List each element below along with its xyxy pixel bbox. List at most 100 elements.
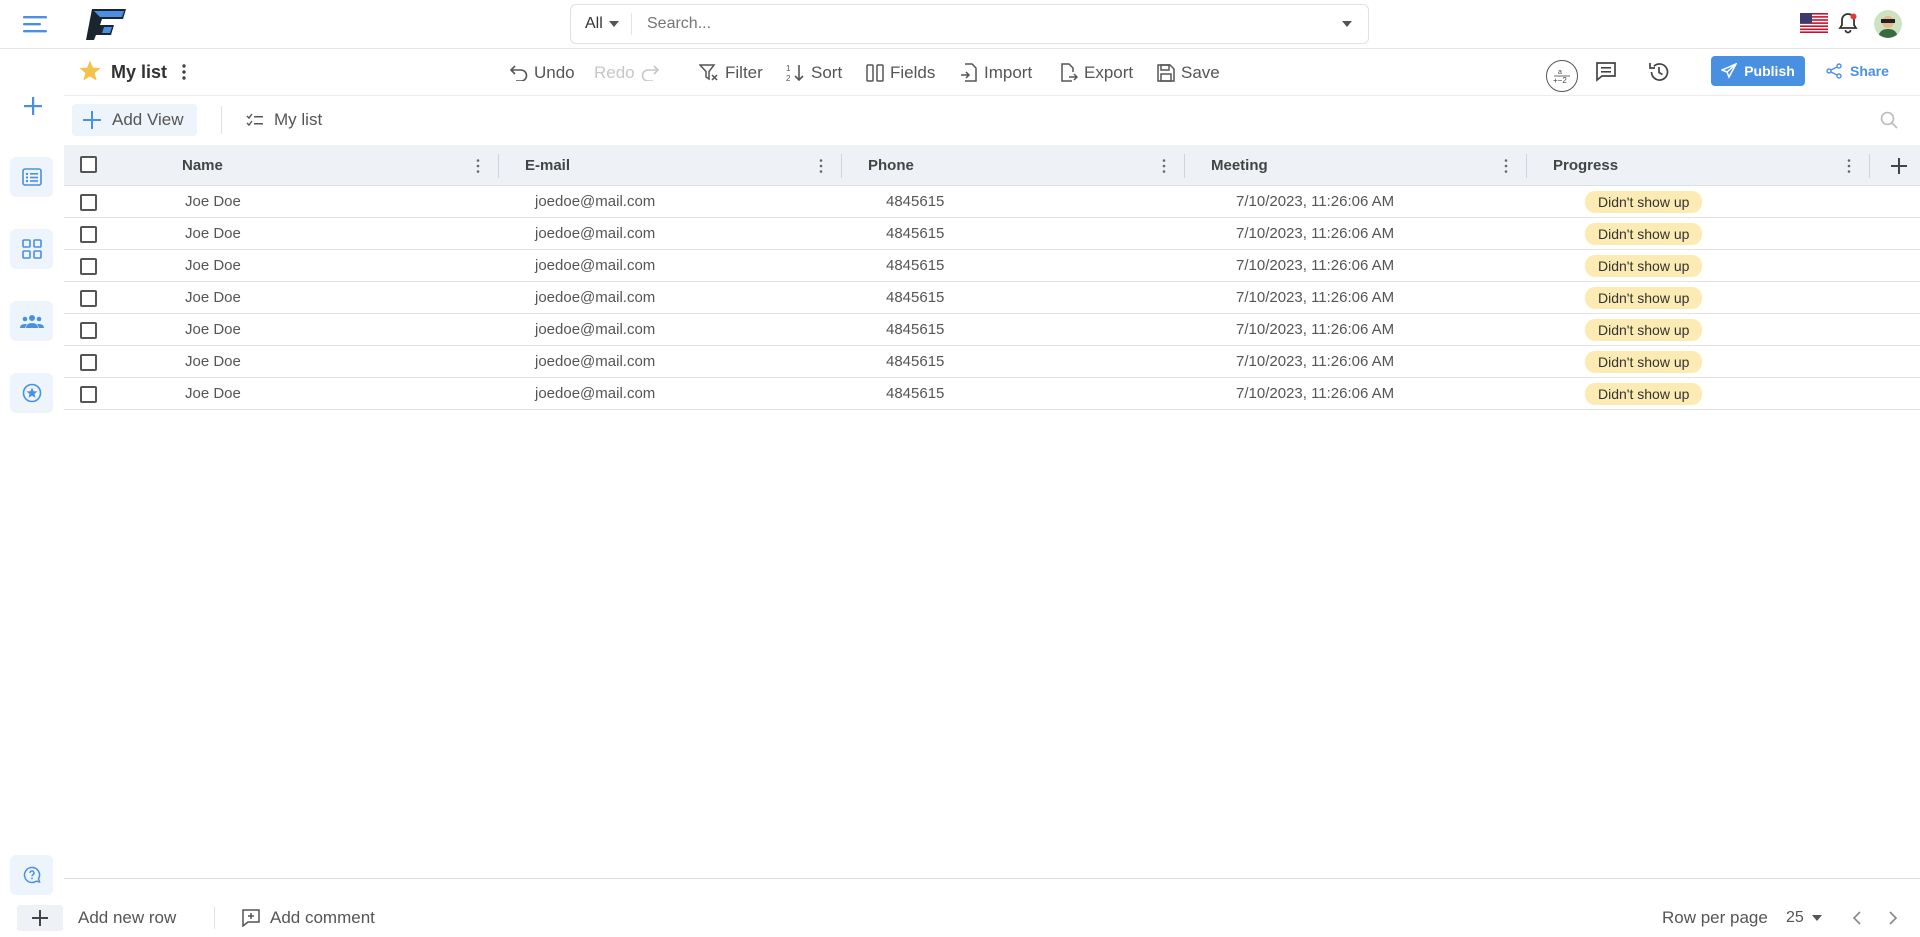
cell-name[interactable]: Joe Doe [185, 282, 241, 313]
column-divider[interactable] [1184, 154, 1185, 178]
bell-icon[interactable] [1838, 12, 1858, 34]
cell-phone[interactable]: 4845615 [886, 186, 944, 217]
cell-progress[interactable]: Didn't show up [1585, 314, 1703, 345]
row-checkbox[interactable] [80, 322, 97, 339]
column-menu-icon[interactable] [1162, 158, 1166, 174]
column-header-email[interactable]: E-mail [525, 145, 570, 186]
save-button[interactable]: Save [1157, 60, 1220, 86]
filter-button[interactable]: Filter [699, 60, 763, 86]
column-divider[interactable] [1869, 154, 1870, 178]
column-divider[interactable] [841, 154, 842, 178]
history-icon[interactable] [1648, 61, 1670, 83]
column-header-meeting[interactable]: Meeting [1211, 145, 1268, 186]
column-menu-icon[interactable] [1504, 158, 1508, 174]
add-view-button[interactable]: Add View [72, 104, 197, 136]
share-button[interactable]: Share [1826, 60, 1889, 82]
sidebar-item-grid[interactable] [10, 229, 53, 269]
cell-name[interactable]: Joe Doe [185, 186, 241, 217]
column-header-name[interactable]: Name [182, 145, 223, 186]
table-row[interactable]: Joe Doe joedoe@mail.com 4845615 7/10/202… [64, 378, 1920, 410]
search-scope-select[interactable]: All [571, 5, 631, 43]
more-vertical-icon[interactable] [182, 64, 186, 80]
column-menu-icon[interactable] [476, 158, 480, 174]
menu-icon[interactable] [22, 13, 48, 35]
column-menu-icon[interactable] [1847, 158, 1851, 174]
cell-email[interactable]: joedoe@mail.com [535, 218, 655, 249]
chevron-down-icon[interactable] [1342, 21, 1352, 27]
sidebar-item-team[interactable] [10, 301, 53, 341]
import-button[interactable]: Import [960, 60, 1032, 86]
sidebar-item-favorites[interactable] [10, 373, 53, 413]
column-header-progress[interactable]: Progress [1553, 145, 1618, 186]
add-column-button[interactable] [1890, 157, 1908, 175]
redo-button[interactable]: Redo [594, 60, 659, 86]
table-row[interactable]: Joe Doe joedoe@mail.com 4845615 7/10/202… [64, 250, 1920, 282]
cell-email[interactable]: joedoe@mail.com [535, 282, 655, 313]
column-divider[interactable] [1526, 154, 1527, 178]
export-button[interactable]: Export [1060, 60, 1133, 86]
table-row[interactable]: Joe Doe joedoe@mail.com 4845615 7/10/202… [64, 186, 1920, 218]
chevron-left-icon[interactable] [1852, 911, 1862, 925]
cell-meeting[interactable]: 7/10/2023, 11:26:06 AM [1236, 314, 1394, 345]
add-comment-button[interactable]: Add comment [242, 905, 375, 931]
column-header-phone[interactable]: Phone [868, 145, 914, 186]
fields-button[interactable]: Fields [866, 60, 935, 86]
row-checkbox[interactable] [80, 386, 97, 403]
plus-icon[interactable] [22, 95, 44, 117]
view-tab-my-list[interactable]: My list [246, 108, 322, 132]
cell-phone[interactable]: 4845615 [886, 282, 944, 313]
select-all-checkbox[interactable] [80, 156, 97, 173]
cell-progress[interactable]: Didn't show up [1585, 186, 1703, 217]
cell-progress[interactable]: Didn't show up [1585, 282, 1703, 313]
cell-name[interactable]: Joe Doe [185, 218, 241, 249]
comment-icon[interactable] [1595, 61, 1617, 83]
cell-name[interactable]: Joe Doe [185, 250, 241, 281]
cell-email[interactable]: joedoe@mail.com [535, 378, 655, 409]
row-checkbox[interactable] [80, 226, 97, 243]
add-row-button[interactable]: Add new row [78, 905, 176, 931]
us-flag-icon[interactable] [1800, 13, 1828, 33]
row-checkbox[interactable] [80, 354, 97, 371]
cell-meeting[interactable]: 7/10/2023, 11:26:06 AM [1236, 186, 1394, 217]
row-checkbox[interactable] [80, 290, 97, 307]
column-menu-icon[interactable] [819, 158, 823, 174]
cell-meeting[interactable]: 7/10/2023, 11:26:06 AM [1236, 346, 1394, 377]
cell-name[interactable]: Joe Doe [185, 314, 241, 345]
table-row[interactable]: Joe Doe joedoe@mail.com 4845615 7/10/202… [64, 282, 1920, 314]
sort-button[interactable]: 12 Sort [785, 60, 842, 86]
undo-button[interactable]: Undo [510, 60, 575, 86]
cell-meeting[interactable]: 7/10/2023, 11:26:06 AM [1236, 282, 1394, 313]
row-checkbox[interactable] [80, 194, 97, 211]
formula-icon[interactable]: a +−2 [1546, 60, 1578, 92]
cell-progress[interactable]: Didn't show up [1585, 218, 1703, 249]
cell-phone[interactable]: 4845615 [886, 250, 944, 281]
cell-progress[interactable]: Didn't show up [1585, 250, 1703, 281]
cell-email[interactable]: joedoe@mail.com [535, 250, 655, 281]
row-checkbox[interactable] [80, 258, 97, 275]
star-icon[interactable] [78, 59, 102, 83]
cell-name[interactable]: Joe Doe [185, 378, 241, 409]
avatar[interactable] [1874, 10, 1902, 38]
rows-per-page-select[interactable]: 25 [1786, 905, 1822, 931]
cell-email[interactable]: joedoe@mail.com [535, 186, 655, 217]
cell-phone[interactable]: 4845615 [886, 346, 944, 377]
add-row-icon-button[interactable] [17, 905, 63, 931]
cell-meeting[interactable]: 7/10/2023, 11:26:06 AM [1236, 250, 1394, 281]
cell-progress[interactable]: Didn't show up [1585, 378, 1703, 409]
cell-email[interactable]: joedoe@mail.com [535, 314, 655, 345]
search-icon[interactable] [1880, 111, 1898, 129]
sidebar-item-list[interactable] [10, 157, 53, 197]
cell-phone[interactable]: 4845615 [886, 378, 944, 409]
cell-phone[interactable]: 4845615 [886, 314, 944, 345]
column-divider[interactable] [498, 154, 499, 178]
sidebar-item-help[interactable] [10, 855, 53, 895]
cell-meeting[interactable]: 7/10/2023, 11:26:06 AM [1236, 378, 1394, 409]
cell-meeting[interactable]: 7/10/2023, 11:26:06 AM [1236, 218, 1394, 249]
cell-name[interactable]: Joe Doe [185, 346, 241, 377]
table-row[interactable]: Joe Doe joedoe@mail.com 4845615 7/10/202… [64, 218, 1920, 250]
publish-button[interactable]: Publish [1711, 56, 1805, 86]
cell-phone[interactable]: 4845615 [886, 218, 944, 249]
chevron-right-icon[interactable] [1888, 911, 1898, 925]
cell-progress[interactable]: Didn't show up [1585, 346, 1703, 377]
table-row[interactable]: Joe Doe joedoe@mail.com 4845615 7/10/202… [64, 346, 1920, 378]
